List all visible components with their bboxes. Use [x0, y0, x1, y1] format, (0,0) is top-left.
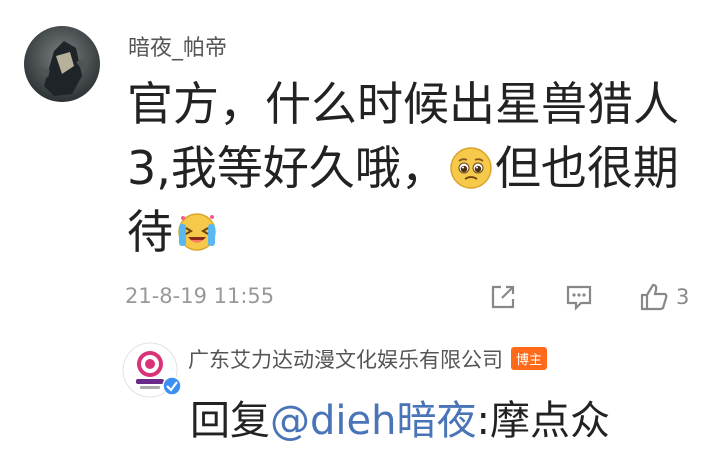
- comment-text: 官方，什么时候出星兽猎人3,我等好久哦， 但也很期待: [127, 72, 697, 264]
- reply-prefix: 回复: [190, 398, 270, 444]
- comment-timestamp: 21-8-19 11:55: [125, 284, 275, 308]
- like-count: 3: [676, 285, 690, 309]
- thumbs-up-icon: [640, 283, 668, 311]
- comment-username[interactable]: 暗夜_帕帝: [128, 30, 227, 62]
- like-button[interactable]: 3: [638, 280, 689, 314]
- comment-icon: [566, 285, 592, 311]
- crying-laughing-emoji-icon: [175, 206, 219, 251]
- share-icon: [491, 285, 515, 309]
- avatar-image: [24, 26, 100, 102]
- verified-icon: [162, 376, 182, 396]
- comment-button[interactable]: [564, 280, 594, 314]
- pleading-face-emoji-icon: [449, 142, 493, 189]
- reply-author[interactable]: 广东艾力达动漫文化娱乐有限公司 博主: [188, 344, 548, 374]
- reply-body: :摩点众: [476, 398, 610, 444]
- reply-author-name[interactable]: 广东艾力达动漫文化娱乐有限公司: [188, 348, 503, 372]
- reply-mention-link[interactable]: @dieh暗夜: [270, 398, 476, 444]
- comment-avatar[interactable]: [24, 26, 100, 102]
- reply-text: 回复@dieh暗夜:摩点众: [190, 388, 610, 446]
- author-badge: 博主: [511, 347, 548, 370]
- share-button[interactable]: [488, 280, 518, 314]
